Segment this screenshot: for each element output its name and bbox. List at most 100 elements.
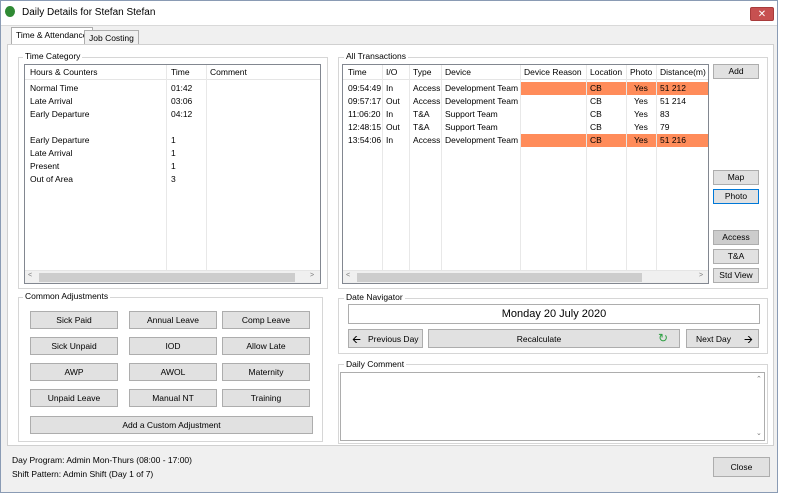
adjustment-button[interactable]: AWOL: [129, 363, 217, 381]
table-cell: Development Team: [445, 83, 519, 93]
list-item[interactable]: Early Departure 04:12: [25, 108, 320, 121]
adjustment-button[interactable]: Sick Unpaid: [30, 337, 118, 355]
scroll-up-icon[interactable]: ⌃: [756, 375, 762, 383]
table-cell: 51 216: [660, 135, 686, 145]
column-header[interactable]: Time: [348, 65, 367, 79]
column-header[interactable]: Distance(m): [660, 65, 706, 79]
std-view-button[interactable]: Std View: [713, 268, 759, 283]
table-cell: 09:54:49: [348, 83, 382, 93]
adjustment-button[interactable]: AWP: [30, 363, 118, 381]
table-cell: Development Team: [445, 135, 519, 145]
table-cell: Yes: [634, 96, 648, 106]
table-cell: 12:48:15: [348, 122, 382, 132]
daily-comment-textarea[interactable]: ⌃ ⌄: [340, 372, 765, 441]
column-divider: [382, 65, 383, 270]
close-window-button[interactable]: ✕: [750, 7, 774, 21]
table-cell: Support Team: [445, 122, 498, 132]
table-row[interactable]: 11:06:20 In T&A Support Team CB Yes 83: [343, 108, 708, 121]
list-item[interactable]: [25, 121, 320, 134]
table-cell: Late Arrival: [30, 96, 73, 106]
scroll-left-icon[interactable]: <: [346, 272, 350, 279]
column-header[interactable]: Location: [590, 65, 622, 79]
next-day-label: Next Day: [696, 334, 731, 344]
scrollbar-thumb[interactable]: [39, 273, 295, 282]
table-row[interactable]: 09:57:17 Out Access Development Team CB Yes 51…: [343, 95, 708, 108]
add-custom-adjustment-button[interactable]: Add a Custom Adjustment: [30, 416, 313, 434]
table-cell: Early Departure: [30, 109, 90, 119]
table-cell: In: [386, 83, 394, 93]
scroll-right-icon[interactable]: >: [699, 272, 703, 279]
table-row[interactable]: 09:54:49 In Access Development Team CB Yes 51 …: [343, 82, 708, 95]
table-row[interactable]: 13:54:06 In Access Development Team CB Yes 51 …: [343, 134, 708, 147]
column-header[interactable]: Device: [445, 65, 471, 79]
column-divider: [656, 65, 657, 270]
column-divider: [441, 65, 442, 270]
table-cell: 13:54:06: [348, 135, 382, 145]
time-category-header: Hours & Counters Time Comment: [25, 65, 320, 80]
table-row[interactable]: 12:48:15 Out T&A Support Team CB Yes 79: [343, 121, 708, 134]
adjustment-button[interactable]: Maternity: [222, 363, 310, 381]
current-date-display: Monday 20 July 2020: [348, 304, 760, 324]
next-day-button[interactable]: Next Day 🡪: [686, 329, 759, 348]
table-cell: 04:12: [171, 109, 193, 119]
column-header[interactable]: Comment: [210, 65, 247, 79]
table-cell: 51 212: [660, 83, 686, 93]
time-category-list[interactable]: Hours & Counters Time Comment Normal Tim…: [24, 64, 321, 284]
app-icon: [5, 6, 15, 17]
transactions-list[interactable]: Time I/O Type Device Device Reason Locat…: [342, 64, 709, 284]
scroll-left-icon[interactable]: <: [28, 272, 32, 279]
list-item[interactable]: Out of Area 3: [25, 173, 320, 186]
table-cell: 83: [660, 109, 670, 119]
column-header[interactable]: I/O: [386, 65, 397, 79]
scroll-right-icon[interactable]: >: [310, 272, 314, 279]
daily-comment-label: Daily Comment: [344, 359, 407, 369]
scrollbar-thumb[interactable]: [357, 273, 642, 282]
photo-button[interactable]: Photo: [713, 189, 759, 204]
list-item[interactable]: Present 1: [25, 160, 320, 173]
adjustment-button[interactable]: Comp Leave: [222, 311, 310, 329]
access-filter-button[interactable]: Access: [713, 230, 759, 245]
table-cell: Present: [30, 161, 60, 171]
close-button[interactable]: Close: [713, 457, 770, 477]
horizontal-scrollbar[interactable]: < >: [343, 270, 708, 283]
table-cell: Support Team: [445, 109, 498, 119]
table-cell: CB: [590, 122, 602, 132]
adjustment-button[interactable]: Manual NT: [129, 389, 217, 407]
adjustment-button[interactable]: Allow Late: [222, 337, 310, 355]
transactions-label: All Transactions: [344, 51, 408, 61]
adjustment-button[interactable]: Annual Leave: [129, 311, 217, 329]
horizontal-scrollbar[interactable]: < >: [25, 270, 320, 283]
common-adjustments-label: Common Adjustments: [23, 291, 111, 301]
recalculate-button[interactable]: Recalculate ↻: [428, 329, 680, 348]
table-cell: T&A: [413, 109, 430, 119]
recalculate-label: Recalculate: [516, 334, 562, 344]
adjustment-button[interactable]: Unpaid Leave: [30, 389, 118, 407]
map-button[interactable]: Map: [713, 170, 759, 185]
table-cell: 03:06: [171, 96, 193, 106]
ta-filter-button[interactable]: T&A: [713, 249, 759, 264]
list-item[interactable]: Normal Time 01:42: [25, 82, 320, 95]
list-item[interactable]: Late Arrival 03:06: [25, 95, 320, 108]
column-header[interactable]: Device Reason: [524, 65, 582, 79]
list-item[interactable]: Late Arrival 1: [25, 147, 320, 160]
adjustment-button[interactable]: Training: [222, 389, 310, 407]
table-cell: Development Team: [445, 96, 519, 106]
adjustment-button[interactable]: IOD: [129, 337, 217, 355]
column-header[interactable]: Photo: [630, 65, 652, 79]
table-cell: CB: [590, 83, 602, 93]
previous-day-button[interactable]: 🡨 Previous Day: [348, 329, 423, 348]
add-button[interactable]: Add: [713, 64, 759, 79]
previous-day-label: Previous Day: [368, 334, 419, 344]
list-item[interactable]: Early Departure 1: [25, 134, 320, 147]
column-divider: [520, 65, 521, 270]
adjustment-button[interactable]: Sick Paid: [30, 311, 118, 329]
column-header[interactable]: Hours & Counters: [30, 65, 98, 79]
table-cell: 01:42: [171, 83, 193, 93]
arrow-right-icon: 🡪: [744, 334, 753, 346]
table-cell: Out of Area: [30, 174, 73, 184]
column-header[interactable]: Time: [171, 65, 190, 79]
table-cell: 3: [171, 174, 176, 184]
tab-time-attendance[interactable]: Time & Attendance: [11, 27, 93, 45]
scroll-down-icon[interactable]: ⌄: [756, 429, 762, 437]
column-header[interactable]: Type: [413, 65, 431, 79]
